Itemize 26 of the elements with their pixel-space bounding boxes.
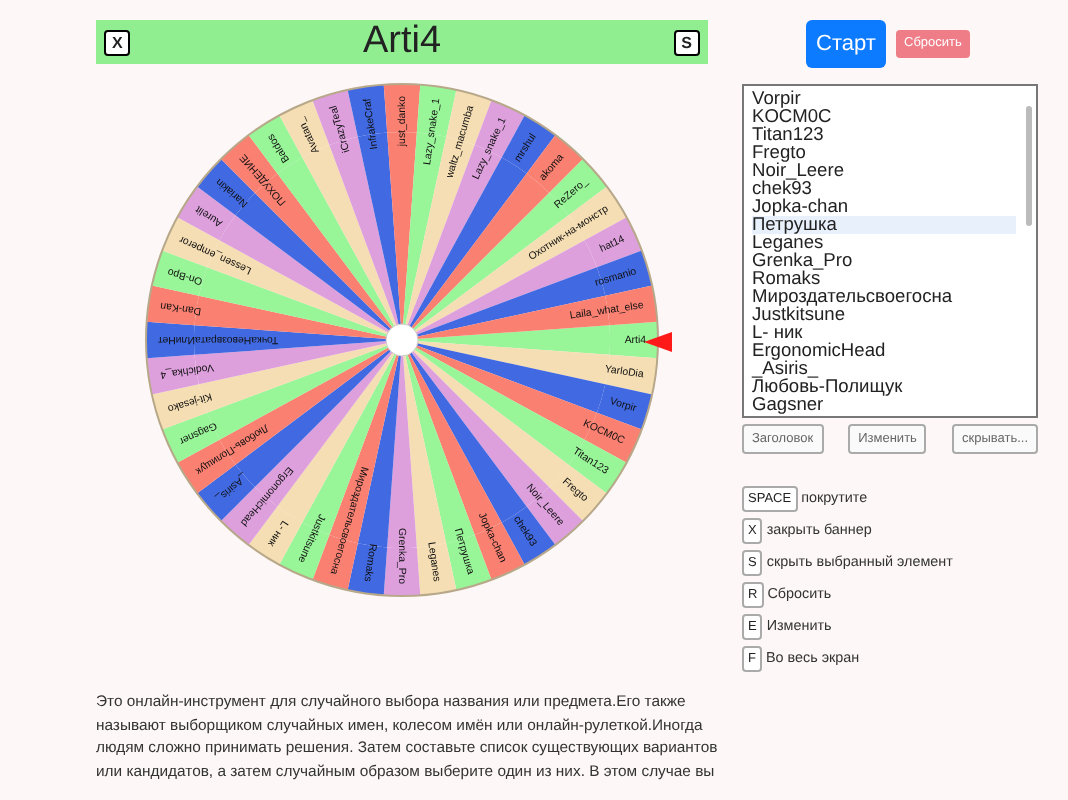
list-entry[interactable]: Любовь-Полищук (752, 378, 1016, 396)
list-entry[interactable]: chek93 (752, 180, 1016, 198)
list-entry[interactable]: Grenka_Pro (752, 252, 1016, 270)
scrollbar[interactable] (1026, 106, 1032, 226)
start-button[interactable]: Старт (806, 20, 886, 68)
list-entry[interactable]: _Asiris_ (752, 360, 1016, 378)
list-entry[interactable]: Vorpir (752, 90, 1016, 108)
list-entry[interactable]: L- ник (752, 324, 1016, 342)
list-entry[interactable]: Justkitsune (752, 306, 1016, 324)
close-key[interactable]: X (104, 29, 131, 55)
list-entry[interactable]: Titan123 (752, 126, 1016, 144)
list-entry[interactable]: Jopka-chan (752, 198, 1016, 216)
names-listbox[interactable]: Vorpir KOCM0C Titan123 Fregto Noir_Leere chek93 Jopka-chan Петрушка Leganes Grenka_Pro Romaks Мироздательсвоегосна Justkitsune L- ник ErgonomicHead _Asiris_ Любовь-Полищук Gagsner (742, 84, 1038, 418)
list-entry[interactable]: KOCM0C (752, 108, 1016, 126)
list-entry[interactable]: Gagsner (752, 396, 1016, 414)
wheel-hub (385, 323, 419, 357)
wheel-title: Arti4 (362, 20, 442, 64)
list-entry[interactable]: Мироздательсвоегосна (752, 288, 1016, 306)
list-entry[interactable]: Noir_Leere (752, 162, 1016, 180)
pointer-icon (644, 332, 672, 352)
list-entry[interactable]: Петрушка (752, 216, 1016, 234)
list-entry[interactable]: Fregto (752, 144, 1016, 162)
list-entry[interactable]: ErgonomicHead (752, 342, 1016, 360)
hide-key[interactable]: S (673, 29, 700, 55)
list-entry[interactable]: Romaks (752, 270, 1016, 288)
list-entry[interactable]: Leganes (752, 234, 1016, 252)
